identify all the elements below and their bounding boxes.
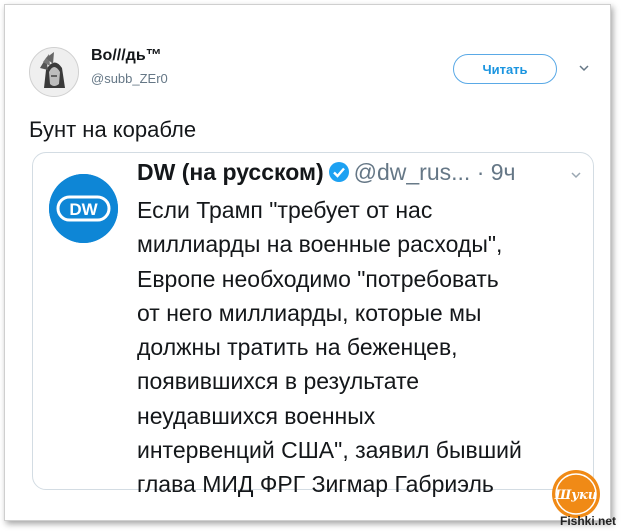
quoted-text-line: Европе необходимо "потребовать <box>137 265 499 292</box>
quoted-text-line: появившихся в результате <box>137 368 420 395</box>
quoted-text-line: миллиарды на военные расходы", <box>137 231 503 258</box>
quoted-timestamp[interactable]: · 9ч <box>477 159 516 185</box>
quoted-text-line: неудавшихся военных <box>137 402 376 429</box>
user-handle[interactable]: @subb_ZEr0 <box>91 71 168 86</box>
display-name[interactable]: Во///дь™ <box>91 47 162 65</box>
tweet-text: Бунт на корабле <box>29 117 197 142</box>
watermark-badge-text: Шуки <box>554 488 598 503</box>
quoted-display-name[interactable]: DW (на русском) <box>137 159 324 185</box>
dw-logo-avatar[interactable]: DW <box>49 174 118 243</box>
watermark-site: Fishki.net <box>560 514 617 528</box>
quoted-handle[interactable]: @dw_rus... <box>354 159 471 185</box>
chevron-down-icon[interactable] <box>569 168 583 182</box>
verified-badge-icon <box>328 161 350 189</box>
quoted-text-line: от него миллиарды, которые мы <box>137 299 482 326</box>
quoted-text-line: глава МИД ФРГ Зигмар Габриэль <box>137 471 494 498</box>
chevron-down-icon[interactable] <box>577 61 591 75</box>
quoted-text-line: интервенций США", заявил бывший <box>137 437 522 464</box>
quoted-text-line: Если Трамп "требует от нас <box>137 197 433 223</box>
quoted-tweet-text: Если Трамп "требует от нас миллиарды на … <box>137 193 587 502</box>
tweet-card: Во///дь™ @subb_ZEr0 Читать Бунт на кораб… <box>4 4 611 521</box>
quoted-tweet[interactable]: DW DW (на русском) @dw_rus... · 9ч Если Т… <box>32 152 594 497</box>
tribal-portrait-avatar <box>30 48 78 96</box>
quoted-tweet-header: DW (на русском) @dw_rus... · 9ч <box>137 159 587 189</box>
dw-logo-icon: DW <box>49 174 118 243</box>
follow-button[interactable]: Читать <box>453 54 557 84</box>
user-avatar[interactable] <box>29 47 79 97</box>
watermark-logo: Шуки <box>552 470 600 518</box>
dw-logo-text: DW <box>69 200 98 219</box>
quoted-text-line: должны тратить на беженцев, <box>137 334 458 361</box>
